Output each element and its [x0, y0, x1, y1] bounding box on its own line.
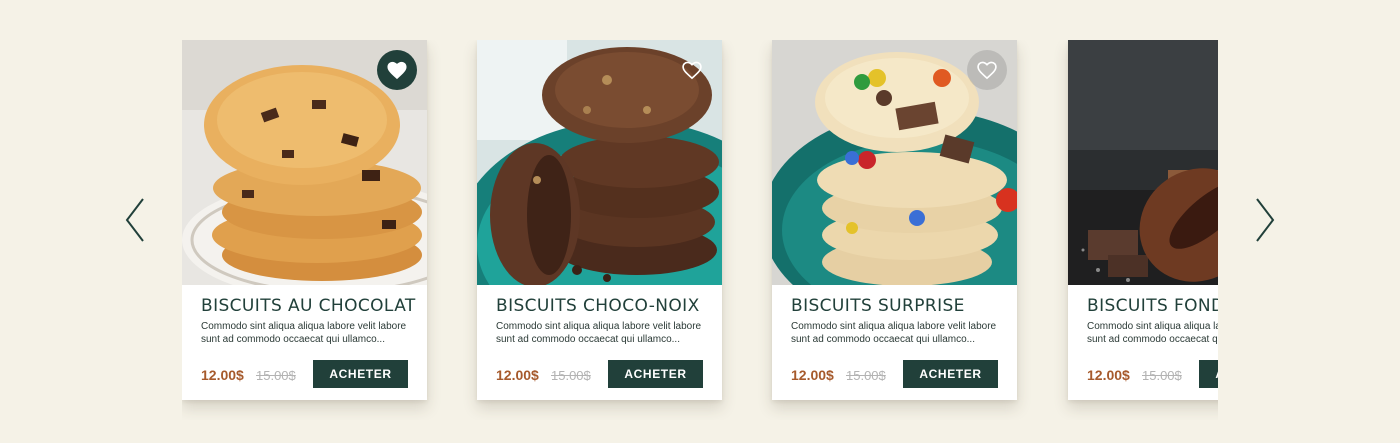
heart-outline-icon	[682, 61, 702, 80]
product-price: 12.00$	[496, 367, 539, 383]
product-description: Commodo sint aliqua aliqua labore velit …	[791, 321, 997, 345]
carousel-viewport: BISCUITS AU CHOCOLAT Commodo sint aliqua…	[182, 40, 1218, 420]
chevron-left-icon	[125, 198, 144, 242]
product-title: BISCUITS SURPRISE	[791, 296, 965, 316]
buy-button[interactable]: ACHETER	[1199, 360, 1218, 388]
buy-button[interactable]: ACHETER	[903, 360, 998, 388]
product-card[interactable]: BISCUITS CHOCO-NOIX Commodo sint aliqua …	[477, 40, 722, 400]
product-title: BISCUITS CHOCO-NOIX	[496, 296, 700, 316]
product-description: Commodo sint aliqua aliqua labore velit …	[496, 321, 702, 345]
product-old-price: 15.00$	[1142, 368, 1182, 383]
product-description: Commodo sint aliqua aliqua labore velit …	[1087, 321, 1218, 345]
product-image-fondant	[1068, 40, 1218, 285]
product-carousel: BISCUITS AU CHOCOLAT Commodo sint aliqua…	[0, 0, 1400, 443]
product-price: 12.00$	[201, 367, 244, 383]
product-old-price: 15.00$	[256, 368, 296, 383]
favorite-button[interactable]	[967, 50, 1007, 90]
product-card[interactable]: BISCUITS AU CHOCOLAT Commodo sint aliqua…	[182, 40, 427, 400]
product-card[interactable]: BISCUITS SURPRISE Commodo sint aliqua al…	[772, 40, 1017, 400]
carousel-prev-button[interactable]	[122, 196, 148, 244]
buy-button[interactable]: ACHETER	[313, 360, 408, 388]
carousel-track: BISCUITS AU CHOCOLAT Commodo sint aliqua…	[182, 40, 1218, 420]
favorite-button[interactable]	[672, 50, 712, 90]
heart-filled-icon	[387, 61, 407, 80]
product-price: 12.00$	[791, 367, 834, 383]
carousel-next-button[interactable]	[1252, 196, 1278, 244]
product-title: BISCUITS AU CHOCOLAT	[201, 296, 416, 316]
product-description: Commodo sint aliqua aliqua labore velit …	[201, 321, 407, 345]
favorite-button[interactable]	[377, 50, 417, 90]
product-card[interactable]: BISCUITS FONDA Commodo sint aliqua aliqu…	[1068, 40, 1218, 400]
product-old-price: 15.00$	[846, 368, 886, 383]
chevron-right-icon	[1256, 198, 1275, 242]
buy-button[interactable]: ACHETER	[608, 360, 703, 388]
product-title: BISCUITS FONDA	[1087, 296, 1218, 316]
product-old-price: 15.00$	[551, 368, 591, 383]
heart-outline-icon	[977, 61, 997, 80]
product-price: 12.00$	[1087, 367, 1130, 383]
